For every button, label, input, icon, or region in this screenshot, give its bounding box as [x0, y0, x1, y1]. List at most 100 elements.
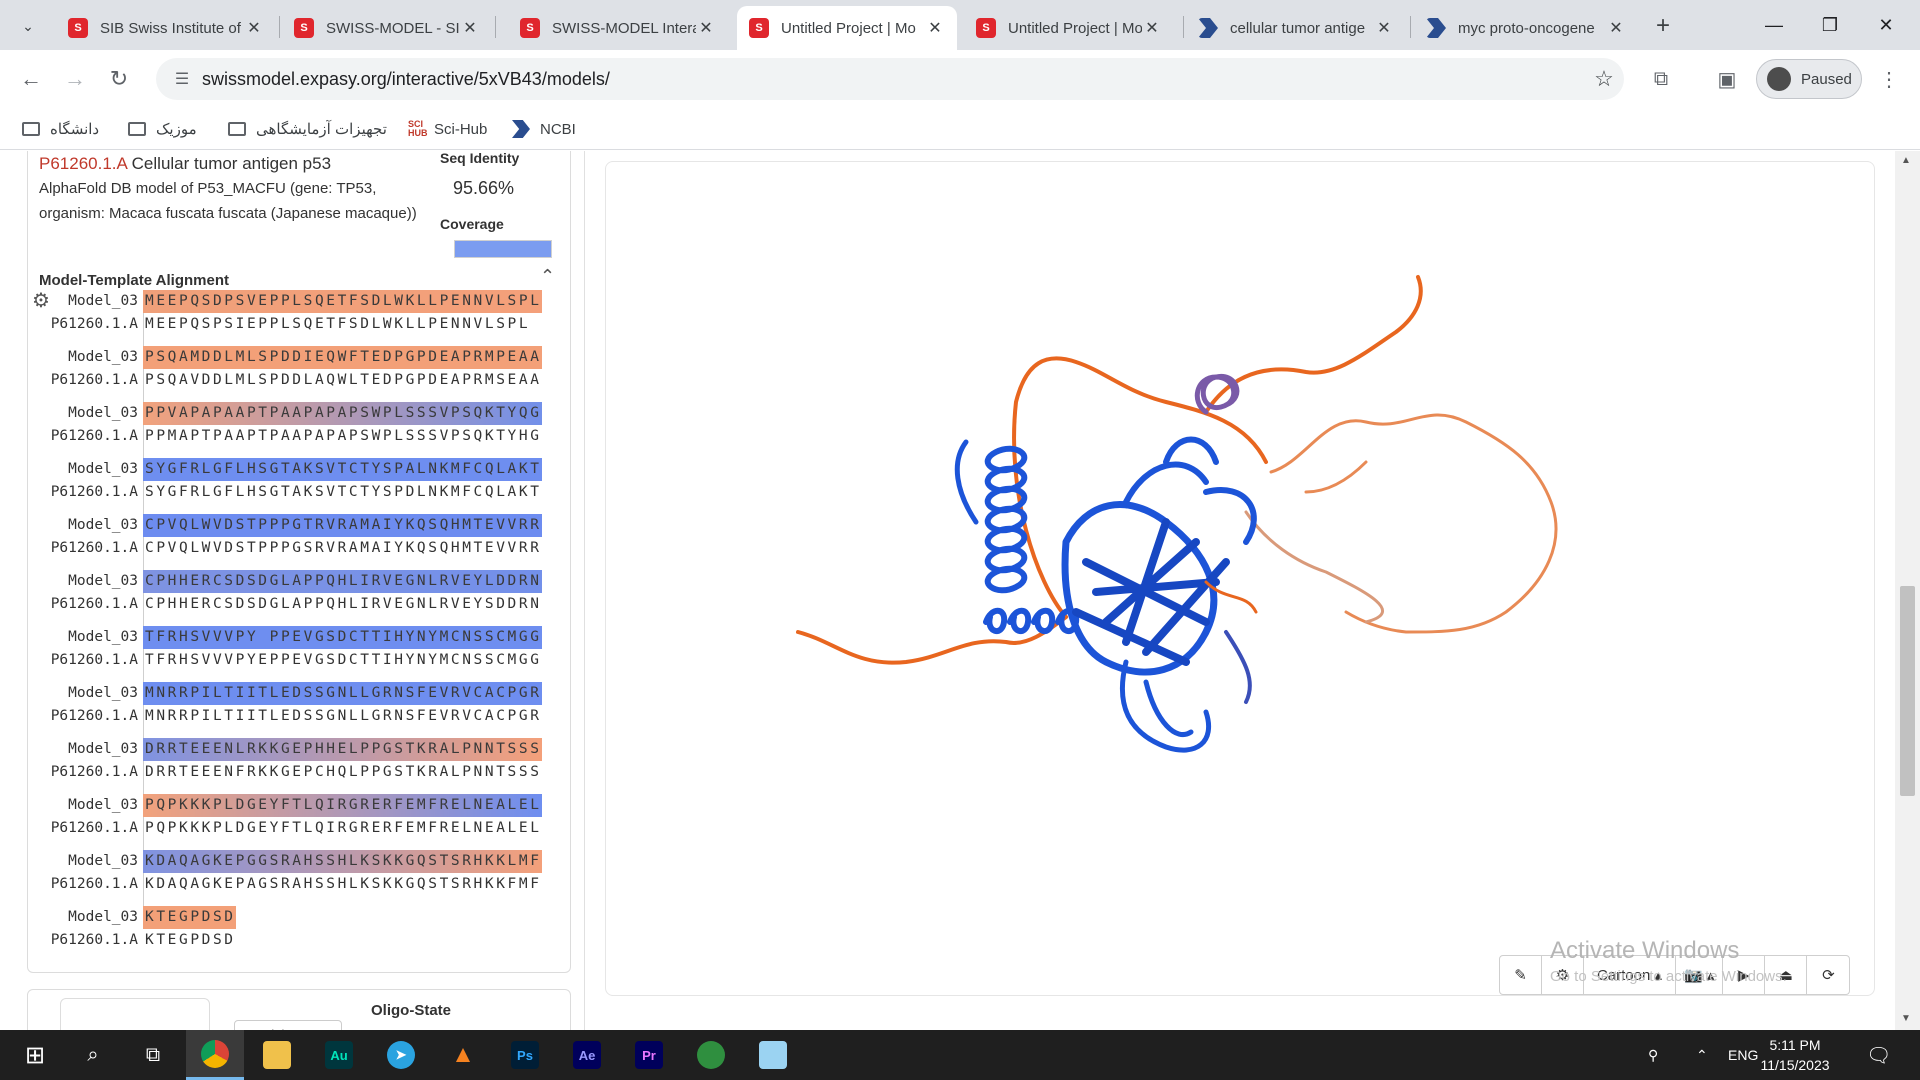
model-select[interactable]: Model 01 [234, 1020, 342, 1030]
close-icon[interactable]: ✕ [1606, 18, 1626, 38]
model-sequence[interactable]: PSQAMDDLMLSPDDIEQWFTEDPGPDEAPRMPEAA [143, 346, 542, 369]
url-text[interactable]: swissmodel.expasy.org/interactive/5xVB43… [202, 69, 1584, 90]
model-label: Model_03 [68, 293, 138, 309]
model-sequence[interactable]: DRRTEEENLRKKGEPHHELPPGSTKRALPNNTSSS [143, 738, 542, 761]
model-sequence[interactable]: PPVAPAPAAPTPAAPAPAPSWPLSSSVPSQKTYQG [143, 402, 542, 425]
model-sequence[interactable]: CPHHERCSDSDGLAPPQHLIRVEGNLRVEYLDDRN [143, 570, 542, 593]
profile-button[interactable]: Paused [1756, 59, 1862, 99]
network-app-icon[interactable] [682, 1030, 740, 1080]
tab-3[interactable]: S SWISS-MODEL Intera ✕ [508, 6, 728, 50]
template-sequence[interactable]: PSQAVDDLMLSPDDLAQWLTEDPGPDEAPRMSEAA [143, 369, 542, 392]
tab-7[interactable]: myc proto-oncogene ✕ [1414, 6, 1638, 50]
bookmark-scihub[interactable]: SCI HUB Sci-Hub [408, 118, 487, 140]
model-sequence[interactable]: MEEPQSDPSVEPPLSQETFSDLWKLLPENNVLSPL [143, 290, 542, 313]
close-icon[interactable]: ✕ [1374, 18, 1394, 38]
close-icon[interactable]: ✕ [460, 18, 480, 38]
forward-button[interactable]: → [58, 62, 92, 96]
bookmark-ncbi[interactable]: NCBI [512, 118, 576, 140]
back-button[interactable]: ← [14, 62, 48, 96]
page-content: P61260.1.A Cellular tumor antigen p53 Al… [0, 151, 1920, 1030]
menu-kebab-icon[interactable]: ⋮ [1872, 62, 1906, 96]
template-sequence[interactable]: MNRRPILTIITLEDSSGNLLGRNSFEVRVCACPGR [143, 705, 542, 728]
tray-chevron-icon[interactable]: ⌃ [1696, 1030, 1708, 1080]
refresh-icon[interactable]: ⟳ [1807, 956, 1849, 994]
disordered-loop [1304, 460, 1368, 494]
model-sequence[interactable]: SYGFRLGFLHSGTAKSVTCTYSPALNKMFCQLAKT [143, 458, 542, 481]
model-sequence[interactable]: KDAQAGKEPGGSRAHSSHLKSKKGQSTSRHKKLMF [143, 850, 542, 873]
close-window-button[interactable]: ✕ [1858, 0, 1914, 50]
profile-status: Paused [1801, 70, 1852, 88]
model-sequence[interactable]: PQPKKKPLDGEYFTLQIRGRERFEMFRELNEALEL [143, 794, 542, 817]
template-row: P61260.1.A TFRHSVVVPYEPPEVGSDCTTIHYNYMCNS… [28, 649, 572, 672]
after-effects-icon[interactable]: Ae [558, 1030, 616, 1080]
tab-2[interactable]: S SWISS-MODEL - SIB ✕ [282, 6, 492, 50]
telegram-icon[interactable]: ➤ [372, 1030, 430, 1080]
scroll-down-icon[interactable]: ▼ [1901, 1013, 1911, 1024]
template-sequence[interactable]: KDAQAGKEPAGSRAHSSHLKSKKGQSTSRHKKFMF [143, 873, 542, 896]
site-info-icon[interactable]: ☰ [162, 69, 202, 89]
restore-button[interactable]: ❐ [1802, 0, 1858, 50]
template-sequence[interactable]: PQPKKKPLDGEYFTLQIRGRERFEMFRELNEALEL [143, 817, 542, 840]
scroll-up-icon[interactable]: ▲ [1901, 155, 1911, 166]
model-sequence[interactable]: CPVQLWVDSTPPPGTRVRAMAIYKQSQHMTEVVRR [143, 514, 542, 537]
premiere-icon[interactable]: Pr [620, 1030, 678, 1080]
ncbi-icon [1198, 18, 1218, 38]
minimize-button[interactable]: — [1746, 0, 1802, 50]
search-icon[interactable]: ⌕ [64, 1030, 122, 1080]
vlc-icon[interactable]: ▲ [434, 1030, 492, 1080]
template-id-link[interactable]: P61260.1.A [39, 154, 127, 173]
system-clock[interactable]: 5:11 PM 11/15/2023 [1750, 1035, 1840, 1075]
tab-1[interactable]: S SIB Swiss Institute of ✕ [56, 6, 276, 50]
audition-icon[interactable]: Au [310, 1030, 368, 1080]
extensions-icon[interactable]: ⧉ [1644, 62, 1678, 96]
notepad-icon[interactable] [744, 1030, 802, 1080]
template-sequence[interactable]: TFRHSVVVPYEPPEVGSDCTTIHYNYMCNSSCMGG [143, 649, 542, 672]
photoshop-icon[interactable]: Ps [496, 1030, 554, 1080]
template-sequence[interactable]: KTEGPDSD [143, 929, 236, 952]
model-sequence[interactable]: TFRHSVVVPY PPEVGSDCTTIHYNYMCNSSCMGG [143, 626, 542, 649]
model-label: Model_03 [68, 629, 138, 645]
page-scrollbar[interactable]: ▲ ▼ [1895, 151, 1920, 1030]
bookmark-folder-music[interactable]: موزیک [128, 118, 197, 140]
file-explorer-icon[interactable] [248, 1030, 306, 1080]
side-panel-icon[interactable]: ▣ [1710, 62, 1744, 96]
chrome-icon[interactable] [186, 1030, 244, 1080]
close-icon[interactable]: ✕ [925, 18, 945, 38]
alignment-block: Model_03 PQPKKKPLDGEYFTLQIRGRERFEMFRELNEA… [28, 794, 572, 850]
tab-title: SWISS-MODEL - SIB [326, 19, 460, 37]
tab-4-active[interactable]: S Untitled Project | Mo ✕ [737, 6, 957, 50]
structure-viewer[interactable]: ✎ ⚙ Cartoon ▴ 📷 ▴ ▶ ⏏ ⟳ Activate Windows… [605, 161, 1875, 996]
model-sequence[interactable]: MNRRPILTIITLEDSSGNLLGRNSFEVRVCACPGR [143, 682, 542, 705]
scrollbar-thumb[interactable] [1900, 586, 1915, 796]
model-sequence[interactable]: KTEGPDSD [143, 906, 236, 929]
template-sequence[interactable]: CPVQLWVDSTPPPGSRVRAMAIYKQSQHMTEVVRR [143, 537, 542, 560]
template-sequence[interactable]: SYGFRLGFLHSGTAKSVTCTYSPDLNKMFCQLAKT [143, 481, 542, 504]
alignment-block: Model_03 MEEPQSDPSVEPPLSQETFSDLWKLLPENNVL… [28, 290, 572, 346]
bookmark-folder-university[interactable]: دانشگاه [22, 118, 99, 140]
template-sequence[interactable]: DRRTEEENFRKKGEPCHQLPPGSTKRALPNNTSSS [143, 761, 542, 784]
reload-button[interactable]: ↻ [102, 62, 136, 96]
template-sequence[interactable]: MEEPQSPSIEPPLSQETFSDLWKLLPENNVLSPL [143, 313, 530, 336]
template-row: P61260.1.A PQPKKKPLDGEYFTLQIRGRERFEMFRELN… [28, 817, 572, 840]
tab-5[interactable]: S Untitled Project | Mo ✕ [964, 6, 1174, 50]
chevron-up-icon[interactable]: ⌃ [540, 266, 555, 287]
model-thumbnail[interactable] [60, 998, 210, 1030]
close-icon[interactable]: ✕ [1142, 18, 1162, 38]
pencil-icon[interactable]: ✎ [1500, 956, 1542, 994]
template-sequence[interactable]: PPMAPTPAAPTPAAPAPAPSWPLSSSVPSQKTYHG [143, 425, 542, 448]
notification-icon[interactable]: 🗨 [1866, 1030, 1891, 1080]
close-icon[interactable]: ✕ [696, 18, 716, 38]
bookmark-folder-lab-equipment[interactable]: تجهیزات آزمایشگاهی [228, 118, 387, 140]
tab-search-button[interactable]: ⌄ [12, 10, 44, 42]
panel-divider[interactable] [584, 151, 585, 1030]
new-tab-button[interactable]: + [1647, 10, 1679, 42]
task-view-icon[interactable]: ⧉ [124, 1030, 182, 1080]
template-sequence[interactable]: CPHHERCSDSDGLAPPQHLIRVEGNLRVEYSDDRN [143, 593, 542, 616]
tab-6[interactable]: cellular tumor antige ✕ [1186, 6, 1406, 50]
people-icon[interactable]: ⚲ [1648, 1030, 1658, 1080]
protein-structure-cartoon[interactable] [606, 162, 1876, 997]
windows-start-icon[interactable]: ⊞ [6, 1030, 64, 1080]
address-bar[interactable]: ☰ swissmodel.expasy.org/interactive/5xVB… [156, 58, 1624, 100]
bookmark-star-icon[interactable]: ☆ [1584, 66, 1624, 92]
close-icon[interactable]: ✕ [244, 18, 264, 38]
